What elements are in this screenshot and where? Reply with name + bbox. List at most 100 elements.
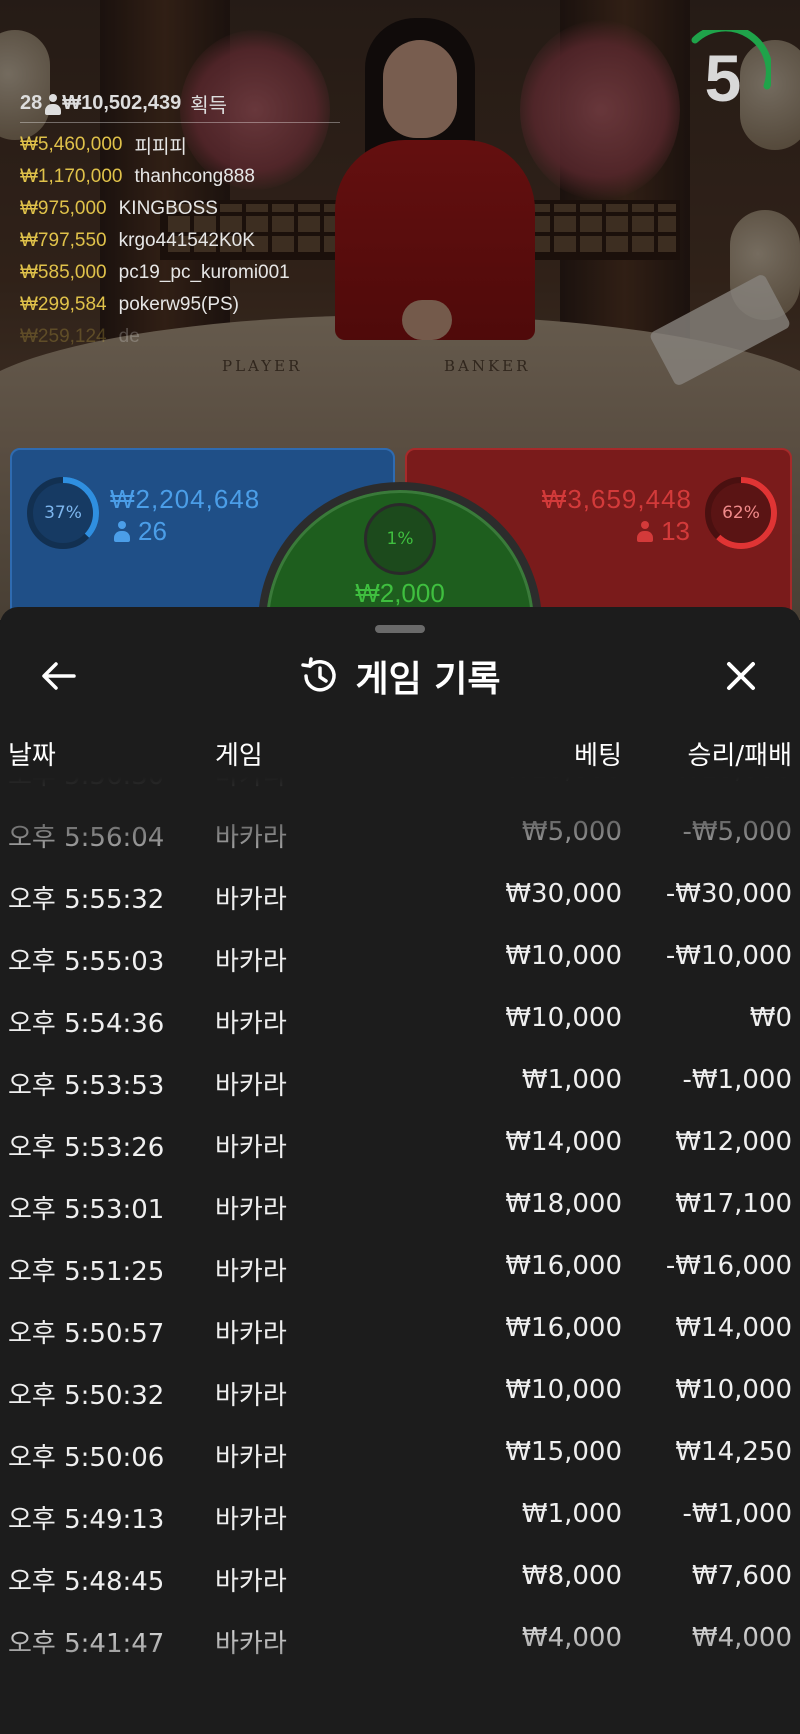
row-game: 바카라 — [215, 1195, 287, 1225]
table-row[interactable]: 오후 5:55:32 바카라 ₩30,000 -₩30,000 — [0, 865, 800, 927]
banker-count-value: 13 — [661, 516, 690, 546]
row-bet: ₩10,000 — [505, 777, 622, 785]
drag-handle[interactable] — [375, 625, 425, 633]
row-result: ₩0 — [749, 1003, 792, 1033]
row-bet: ₩18,000 — [505, 1189, 622, 1219]
row-game: 바카라 — [215, 947, 287, 977]
row-time: 오후 5:50:32 — [8, 1381, 165, 1411]
person-icon — [45, 94, 62, 115]
row-result: ₩17,100 — [675, 1189, 792, 1219]
row-game: 바카라 — [215, 1257, 287, 1287]
winner-name: KINGBOSS — [118, 198, 218, 219]
player-count: 26 — [114, 516, 167, 547]
winner-amount: ₩975,000 — [20, 198, 107, 219]
header-date: 날짜 — [8, 741, 56, 771]
game-history-sheet: 게임 기록 날짜 게임 베팅 승리/패배 오후 5:56:30 바카라 ₩10,… — [0, 607, 800, 1734]
tie-pot: ₩2,000 — [355, 578, 445, 608]
winner-row: ₩797,550 krgo441542K0K — [20, 225, 350, 257]
close-button[interactable] — [716, 651, 766, 701]
close-icon — [727, 662, 755, 690]
player-percent: 37% — [44, 503, 82, 523]
history-clock-icon — [301, 657, 337, 692]
countdown-timer: 5 — [675, 24, 773, 126]
row-game: 바카라 — [215, 1009, 287, 1039]
row-time: 오후 5:51:25 — [8, 1257, 165, 1287]
row-bet: ₩10,000 — [505, 1003, 622, 1033]
row-bet: ₩16,000 — [505, 1251, 622, 1281]
row-game: 바카라 — [215, 1629, 287, 1659]
header-bet: 베팅 — [574, 741, 622, 771]
winners-label: 획득 — [190, 94, 228, 117]
row-bet: ₩1,000 — [521, 1499, 622, 1529]
row-result: -₩30,000 — [665, 879, 792, 909]
row-time: 오후 5:48:45 — [8, 1567, 165, 1597]
history-list[interactable]: 오후 5:56:30 바카라 ₩10,000 -₩10,000 오후 5:56:… — [0, 777, 800, 1734]
table-row[interactable]: 오후 5:41:47 바카라 ₩4,000 ₩4,000 — [0, 1609, 800, 1671]
row-game: 바카라 — [215, 1443, 287, 1473]
row-result: -₩16,000 — [665, 1251, 792, 1281]
winners-count: 28 — [20, 91, 43, 114]
table-row[interactable]: 오후 5:48:45 바카라 ₩8,000 ₩7,600 — [0, 1547, 800, 1609]
row-game: 바카라 — [215, 823, 287, 853]
row-game: 바카라 — [215, 1133, 287, 1163]
winners-feed: 28 ₩10,502,439 획득 ₩5,460,000 피피피 ₩1,170,0… — [20, 88, 350, 353]
table-row[interactable]: 오후 5:50:32 바카라 ₩10,000 ₩10,000 — [0, 1361, 800, 1423]
row-time: 오후 5:53:53 — [8, 1071, 165, 1101]
divider — [20, 122, 340, 123]
row-time: 오후 5:54:36 — [8, 1009, 165, 1039]
row-bet: ₩14,000 — [505, 1127, 622, 1157]
table-row[interactable]: 오후 5:51:25 바카라 ₩16,000 -₩16,000 — [0, 1237, 800, 1299]
timer-seconds: 5 — [704, 41, 742, 115]
winner-amount: ₩5,460,000 — [20, 134, 123, 155]
row-time: 오후 5:50:06 — [8, 1443, 165, 1473]
row-bet: ₩5,000 — [521, 817, 622, 847]
tie-percent: 1% — [386, 529, 414, 549]
row-time: 오후 5:41:47 — [8, 1629, 165, 1659]
row-game: 바카라 — [215, 1505, 287, 1535]
winner-name: pokerw95(PS) — [118, 294, 240, 315]
banker-count: 13 — [637, 516, 690, 547]
winner-name: 피피피 — [134, 136, 187, 158]
row-game: 바카라 — [215, 777, 287, 792]
row-result: -₩1,000 — [682, 1065, 792, 1095]
table-row[interactable]: 오후 5:53:01 바카라 ₩18,000 ₩17,100 — [0, 1175, 800, 1237]
row-bet: ₩4,000 — [521, 1623, 622, 1653]
row-game: 바카라 — [215, 1381, 287, 1411]
banker-percent: 62% — [722, 503, 760, 523]
winner-amount: ₩299,584 — [20, 294, 107, 315]
row-time: 오후 5:55:32 — [8, 885, 165, 915]
winner-amount: ₩259,124 — [20, 326, 107, 347]
table-row[interactable]: 오후 5:50:57 바카라 ₩16,000 ₩14,000 — [0, 1299, 800, 1361]
table-row[interactable]: 오후 5:53:53 바카라 ₩1,000 -₩1,000 — [0, 1051, 800, 1113]
table-row[interactable]: 오후 5:56:04 바카라 ₩5,000 -₩5,000 — [0, 803, 800, 865]
row-bet: ₩10,000 — [505, 1375, 622, 1405]
row-bet: ₩10,000 — [505, 941, 622, 971]
row-time: 오후 5:50:57 — [8, 1319, 165, 1349]
row-bet: ₩30,000 — [505, 879, 622, 909]
row-result: ₩12,000 — [675, 1127, 792, 1157]
winner-row: ₩259,124 de — [20, 321, 350, 353]
winner-amount: ₩1,170,000 — [20, 166, 123, 187]
row-result: -₩10,000 — [665, 941, 792, 971]
winner-row: ₩975,000 KINGBOSS — [20, 193, 350, 225]
row-time: 오후 5:53:01 — [8, 1195, 165, 1225]
table-row[interactable]: 오후 5:56:30 바카라 ₩10,000 -₩10,000 — [0, 777, 800, 803]
row-result: ₩14,000 — [675, 1313, 792, 1343]
row-bet: ₩16,000 — [505, 1313, 622, 1343]
row-bet: ₩15,000 — [505, 1437, 622, 1467]
row-game: 바카라 — [215, 1319, 287, 1349]
row-game: 바카라 — [215, 1567, 287, 1597]
row-result: ₩7,600 — [691, 1561, 792, 1591]
bet-area: 37% ₩2,204,648 26 ₩3,659,448 13 62% 1% ₩… — [0, 448, 800, 620]
table-row[interactable]: 오후 5:50:06 바카라 ₩15,000 ₩14,250 — [0, 1423, 800, 1485]
row-time: 오후 5:56:30 — [8, 777, 164, 792]
row-time: 오후 5:56:04 — [8, 823, 165, 853]
table-row[interactable]: 오후 5:54:36 바카라 ₩10,000 ₩0 — [0, 989, 800, 1051]
winner-name: pc19_pc_kuromi001 — [118, 262, 290, 283]
winner-name: thanhcong888 — [134, 166, 255, 187]
table-row[interactable]: 오후 5:49:13 바카라 ₩1,000 -₩1,000 — [0, 1485, 800, 1547]
winner-row: ₩585,000 pc19_pc_kuromi001 — [20, 257, 350, 289]
live-video-feed: PLAYER BANKER 5 28 ₩10,502,439 획득 ₩5,460… — [0, 0, 800, 620]
table-row[interactable]: 오후 5:53:26 바카라 ₩14,000 ₩12,000 — [0, 1113, 800, 1175]
table-row[interactable]: 오후 5:55:03 바카라 ₩10,000 -₩10,000 — [0, 927, 800, 989]
